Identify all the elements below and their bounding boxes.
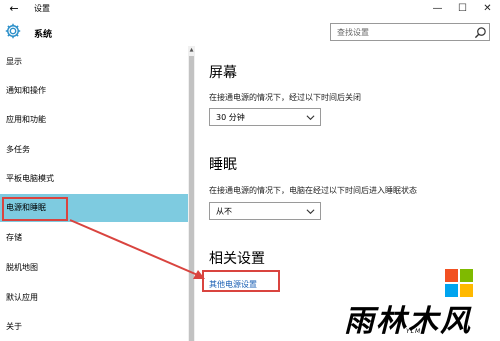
sidebar-item-storage[interactable]: 存储 bbox=[0, 224, 188, 252]
screen-timeout-value: 30 分钟 bbox=[216, 113, 245, 122]
sidebar-item-default-apps[interactable]: 默认应用 bbox=[0, 284, 188, 312]
sleep-timeout-select[interactable]: 从不 bbox=[209, 202, 321, 220]
sleep-section-title: 睡眠 bbox=[209, 157, 237, 173]
search-icon[interactable] bbox=[474, 26, 487, 39]
windows-logo-icon bbox=[445, 269, 473, 297]
screen-section-title: 屏幕 bbox=[209, 65, 237, 81]
sidebar: 显示 通知和操作 应用和功能 多任务 平板电脑模式 电源和睡眠 存储 脱机地图 … bbox=[0, 46, 188, 341]
sleep-description: 在接通电源的情况下，电脑在经过以下时间后进入睡眠状态 bbox=[209, 186, 417, 195]
chevron-down-icon bbox=[306, 115, 315, 121]
gear-icon bbox=[5, 23, 21, 39]
selected-item-highlight-box bbox=[2, 197, 68, 221]
watermark-logo: 雨林木风 YLMF bbox=[344, 298, 494, 339]
page-title: 系统 bbox=[34, 30, 53, 40]
watermark-subtext: YLMF bbox=[406, 328, 426, 335]
back-button[interactable]: ← bbox=[6, 1, 22, 17]
scroll-up-icon[interactable]: ▲ bbox=[188, 46, 195, 54]
related-section-title: 相关设置 bbox=[209, 251, 265, 267]
app-title: 设置 bbox=[34, 4, 50, 13]
sidebar-item-multitasking[interactable]: 多任务 bbox=[0, 136, 188, 164]
screen-timeout-select[interactable]: 30 分钟 bbox=[209, 108, 321, 126]
sidebar-item-apps[interactable]: 应用和功能 bbox=[0, 106, 188, 134]
scrollbar-thumb[interactable] bbox=[189, 56, 194, 341]
search-input[interactable]: 查找设置 bbox=[330, 23, 490, 41]
screen-description: 在接通电源的情况下，经过以下时间后关闭 bbox=[209, 93, 361, 102]
sleep-timeout-value: 从不 bbox=[216, 207, 232, 216]
search-placeholder: 查找设置 bbox=[337, 28, 369, 37]
title-bar: ← 设置 — ☐ ✕ bbox=[0, 0, 500, 18]
sidebar-item-notifications[interactable]: 通知和操作 bbox=[0, 77, 188, 105]
sidebar-item-display[interactable]: 显示 bbox=[0, 48, 188, 76]
sidebar-item-about[interactable]: 关于 bbox=[0, 313, 188, 341]
header: 系统 查找设置 bbox=[0, 18, 500, 46]
minimize-button[interactable]: — bbox=[425, 0, 450, 18]
close-button[interactable]: ✕ bbox=[475, 0, 500, 18]
sidebar-scrollbar[interactable]: ▲ bbox=[188, 46, 195, 341]
sidebar-item-offline-maps[interactable]: 脱机地图 bbox=[0, 254, 188, 282]
maximize-button[interactable]: ☐ bbox=[450, 0, 475, 18]
other-power-settings-link[interactable]: 其他电源设置 bbox=[209, 279, 257, 290]
sidebar-item-tablet-mode[interactable]: 平板电脑模式 bbox=[0, 165, 188, 193]
chevron-down-icon bbox=[306, 209, 315, 215]
